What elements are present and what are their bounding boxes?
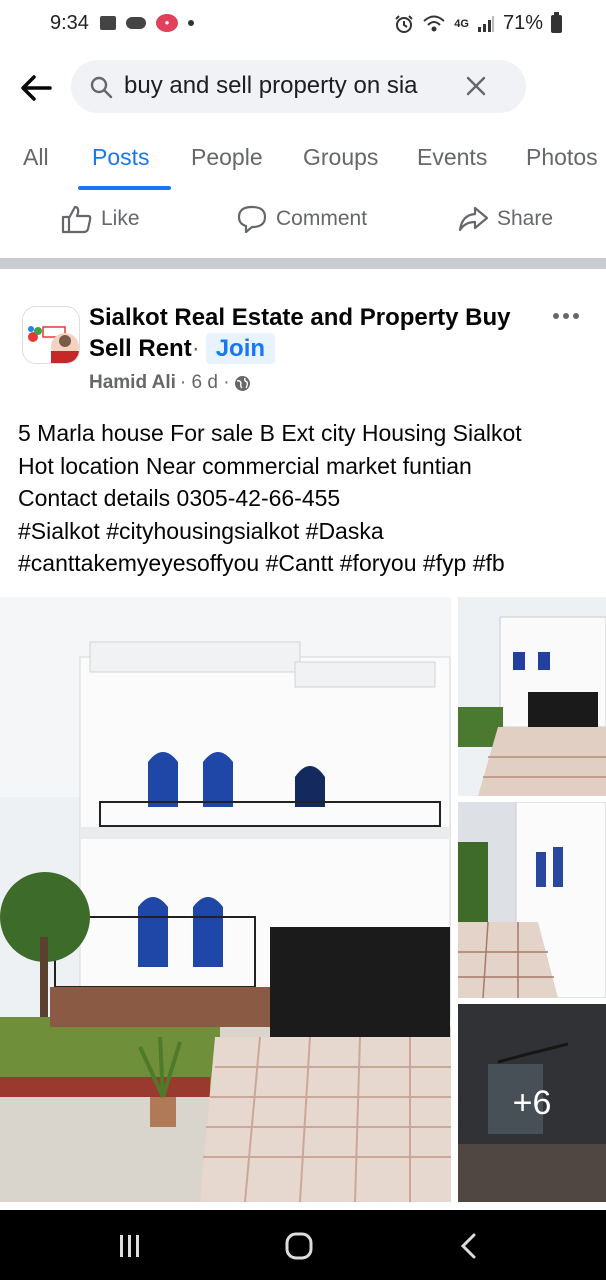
status-time: 9:34 — [50, 12, 89, 34]
search-tabs: All Posts People Groups Events Photos — [0, 140, 606, 190]
post-author[interactable]: Hamid Ali — [89, 372, 176, 394]
post-time[interactable]: · 6 d · — [180, 372, 230, 394]
section-divider — [0, 258, 606, 269]
share-label: Share — [497, 207, 554, 230]
comment-icon — [237, 205, 267, 234]
group-title[interactable]: Sialkot Real Estate and Property Buy Sel… — [89, 304, 510, 362]
network-type: 4G — [454, 17, 469, 30]
alarm-icon — [395, 14, 413, 33]
active-tab-indicator — [78, 186, 171, 190]
house-photo-image — [0, 597, 451, 1202]
side-photo-3[interactable]: +6 — [458, 1004, 606, 1202]
clear-icon[interactable] — [464, 74, 488, 98]
side-photo-1[interactable] — [458, 597, 606, 796]
app-badge-icon: ● — [156, 14, 178, 32]
battery-percent: 71% — [502, 12, 543, 34]
more-photos-overlay[interactable]: +6 — [458, 1004, 606, 1202]
like-button[interactable]: Like — [61, 204, 140, 234]
wifi-icon — [423, 15, 445, 31]
back-arrow-icon[interactable] — [16, 68, 56, 108]
comment-label: Comment — [276, 207, 368, 230]
status-bar: 9:34 ● 4G 71% — [0, 0, 606, 48]
post-text: 5 Marla house For sale B Ext city Housin… — [18, 417, 598, 580]
search-bar[interactable]: buy and sell property on sia — [71, 60, 526, 113]
tab-events[interactable]: Events — [417, 144, 487, 171]
side-photo-2[interactable] — [458, 802, 606, 998]
post-hashtags[interactable]: #canttakemyeyesoffyou #Cantt #foryou #fy… — [18, 547, 598, 580]
tab-photos[interactable]: Photos — [526, 144, 598, 171]
post-text-line: 5 Marla house For sale B Ext city Housin… — [18, 420, 522, 446]
back-nav-icon[interactable] — [458, 1233, 480, 1259]
group-name[interactable]: Sialkot Real Estate and Property Buy Sel… — [89, 302, 539, 364]
globe-icon — [234, 375, 250, 391]
post-hashtags[interactable]: #Sialkot #cityhousingsialkot #Daska — [18, 515, 598, 548]
share-button[interactable]: Share — [457, 204, 553, 234]
post-meta: Hamid Ali · 6 d · — [89, 372, 251, 394]
system-nav-bar — [0, 1210, 606, 1280]
tab-all[interactable]: All — [23, 144, 49, 171]
post-text-line[interactable]: Contact details 0305-42-66-455 — [18, 482, 598, 515]
tab-people[interactable]: People — [191, 144, 263, 171]
tab-posts[interactable]: Posts — [92, 144, 150, 171]
more-options-icon[interactable] — [553, 312, 579, 320]
search-icon — [90, 76, 113, 99]
house-front-image — [458, 597, 606, 796]
join-button[interactable]: Join — [205, 333, 276, 364]
search-query[interactable]: buy and sell property on sia — [124, 72, 418, 100]
post-actions: Like Comment Share — [0, 196, 606, 246]
image-icon — [100, 16, 116, 30]
like-label: Like — [101, 207, 140, 230]
group-logo-image — [23, 307, 79, 363]
share-icon — [458, 206, 489, 232]
tab-groups[interactable]: Groups — [303, 144, 378, 171]
courtyard-image — [458, 802, 606, 998]
cloud-icon — [126, 17, 146, 29]
main-photo[interactable] — [0, 597, 451, 1202]
name-separator: · — [191, 335, 200, 362]
comment-button[interactable]: Comment — [236, 204, 367, 234]
home-icon[interactable] — [285, 1232, 313, 1260]
recent-apps-icon[interactable] — [117, 1233, 143, 1259]
like-icon — [61, 205, 92, 234]
signal-icon — [477, 15, 494, 32]
group-avatar[interactable] — [22, 306, 80, 364]
post-text-line: Hot location Near commercial market funt… — [18, 452, 472, 479]
battery-icon — [551, 11, 562, 33]
dot-icon — [188, 20, 194, 26]
